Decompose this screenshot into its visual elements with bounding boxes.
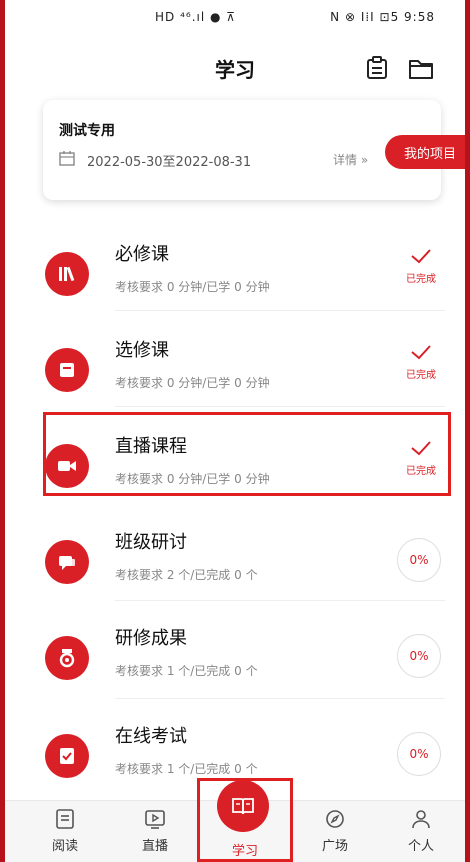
completed-status: 已完成 (399, 342, 443, 394)
books-icon (45, 252, 89, 296)
course-title: 必修课 (115, 244, 169, 265)
chat-icon (45, 540, 89, 584)
project-detail-link[interactable]: 详情 » (333, 151, 368, 168)
completed-label: 已完成 (406, 370, 436, 381)
project-dates: 2022-05-30至2022-08-31 (87, 155, 252, 170)
divider (115, 406, 445, 407)
folder-icon[interactable] (407, 54, 435, 82)
course-item-results[interactable]: 研修成果 考核要求 1 个/已完成 0 个 0% (43, 614, 455, 710)
status-bar: HD ⁴⁶.ıl ● ⊼ N ⊗ I⁞I ⊡5 9:58 (5, 0, 465, 34)
course-title: 在线考试 (115, 726, 187, 747)
tab-learn-label: 学习 (231, 844, 258, 859)
selection-highlight (43, 412, 451, 496)
compass-icon (326, 810, 344, 828)
app-frame: HD ⁴⁶.ıl ● ⊼ N ⊗ I⁞I ⊡5 9:58 学习 测试专用 202… (0, 0, 470, 862)
divider (115, 698, 445, 699)
divider (115, 310, 445, 311)
tab-label: 个人 (407, 839, 434, 854)
divider (115, 600, 445, 601)
page-title: 学习 (215, 58, 255, 82)
course-requirement: 考核要求 1 个/已完成 0 个 (115, 762, 258, 776)
status-right: N ⊗ I⁞I ⊡5 9:58 (330, 10, 435, 24)
tab-live[interactable]: 直播 (125, 807, 185, 854)
window-icon (45, 348, 89, 392)
course-title: 选修课 (115, 340, 169, 361)
exam-paper-icon (45, 734, 89, 778)
tab-read[interactable]: 阅读 (35, 807, 95, 854)
course-requirement: 考核要求 0 分钟/已学 0 分钟 (115, 376, 270, 390)
document-icon (56, 809, 74, 829)
course-item-elective[interactable]: 选修课 考核要求 0 分钟/已学 0 分钟 已完成 (43, 326, 455, 422)
progress-percent: 0% (397, 538, 441, 582)
course-title: 班级研讨 (115, 532, 187, 553)
tab-label: 广场 (321, 839, 348, 854)
project-card[interactable]: 测试专用 2022-05-30至2022-08-31 详情 » (43, 100, 441, 200)
person-icon (412, 810, 430, 829)
status-left: HD ⁴⁶.ıl ● ⊼ (155, 10, 237, 24)
tab-me[interactable]: 个人 (391, 807, 451, 854)
tab-label: 阅读 (51, 839, 78, 854)
progress-percent: 0% (397, 634, 441, 678)
title-bar: 学习 (5, 48, 465, 88)
medal-icon (45, 636, 89, 680)
clipboard-icon[interactable] (363, 54, 391, 82)
my-projects-button[interactable]: 我的项目 (385, 135, 465, 169)
course-title: 研修成果 (115, 628, 187, 649)
course-requirement: 考核要求 1 个/已完成 0 个 (115, 664, 258, 678)
course-requirement: 考核要求 0 分钟/已学 0 分钟 (115, 280, 270, 294)
course-item-required[interactable]: 必修课 考核要求 0 分钟/已学 0 分钟 已完成 (43, 230, 455, 326)
tab-label: 直播 (141, 839, 168, 854)
completed-status: 已完成 (399, 246, 443, 298)
course-requirement: 考核要求 2 个/已完成 0 个 (115, 568, 258, 582)
completed-label: 已完成 (406, 274, 436, 285)
play-screen-icon (145, 810, 165, 829)
project-name: 测试专用 (59, 123, 115, 139)
calendar-icon (59, 150, 75, 166)
check-icon (411, 249, 431, 264)
progress-percent: 0% (397, 732, 441, 776)
tab-square[interactable]: 广场 (305, 807, 365, 854)
check-icon (411, 345, 431, 360)
